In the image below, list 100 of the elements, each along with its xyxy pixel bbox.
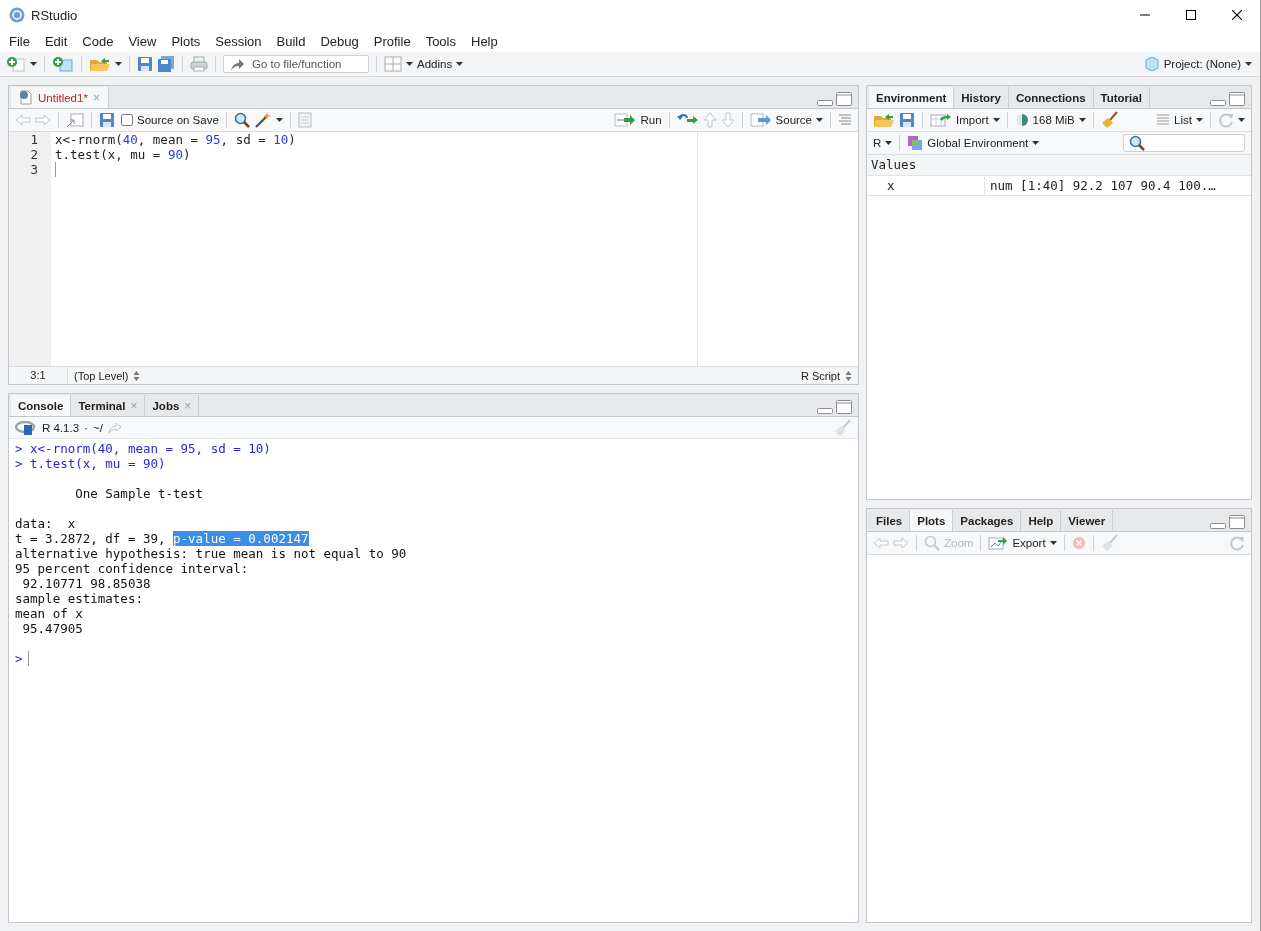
zoom-icon [924,535,940,551]
variable-value: num [1:40] 92.2 107 90.4 100.… [989,178,1216,193]
menu-item[interactable]: Build [268,33,313,49]
pane-tab[interactable]: Environment [869,87,955,108]
new-project-icon[interactable] [52,56,74,72]
caret-icon[interactable] [30,62,37,66]
checkbox-label[interactable]: Source on Save [137,114,219,126]
caret-icon [1078,118,1086,122]
caret-icon [992,118,1000,122]
caret-icon[interactable] [406,62,413,66]
menu-item[interactable]: Session [207,33,269,49]
code-line: t.test(x, mu = 90) [55,147,191,162]
pane-minimize-icon[interactable] [817,98,833,106]
caret-icon [885,141,893,145]
rerun-icon[interactable] [676,113,699,127]
memory-usage-menu[interactable]: 168 MiB [1014,113,1086,127]
r-version: R 4.1.3 [42,421,80,434]
caret-icon [1245,62,1252,66]
pane-maximize-icon[interactable] [836,400,852,414]
import-icon [930,113,952,127]
menu-item[interactable]: Edit [36,33,75,49]
console-line: alternative hypothesis: true mean is not equal to 90 [15,546,407,561]
working-directory: ~/ [92,421,103,434]
menu-item[interactable]: File [1,33,37,49]
list-icon [1156,114,1171,126]
line-number: 2 [29,147,39,162]
scope-menu[interactable]: (Top Level) [68,369,147,382]
pane-tab[interactable]: Untitled1* × [11,87,109,108]
export-icon [988,536,1009,550]
caret-icon[interactable] [275,118,283,122]
pane-minimize-icon[interactable] [1210,521,1226,529]
caret-icon[interactable] [115,62,122,66]
line-number: 3 [29,162,39,177]
search-icon[interactable] [233,112,250,128]
menu-item[interactable]: Help [463,33,505,49]
project-icon [1143,56,1160,72]
menu-item[interactable]: Debug [312,33,366,49]
save-icon[interactable] [899,112,915,128]
caret-icon [1032,141,1040,145]
caret-icon[interactable] [1238,118,1245,122]
file-type-menu[interactable]: R Script [794,369,858,382]
new-window-icon[interactable] [66,112,84,128]
folder-icon[interactable] [873,112,895,128]
environment-menu[interactable]: Global Environment [907,135,1040,151]
run-icon [614,113,637,127]
save-icon[interactable] [137,56,153,72]
pane-tab[interactable]: Console [11,395,72,416]
caret-icon [1196,118,1203,122]
close-icon[interactable] [1232,10,1242,20]
section-header: Values [867,155,1251,176]
caret-icon[interactable] [816,118,823,122]
console-prompt: > [15,651,23,666]
project-menu[interactable]: Project: (None) [1143,56,1252,72]
console-line: mean of x [15,606,83,621]
pane-tab[interactable]: Plots [910,510,954,531]
menu-item[interactable]: Tools [417,33,463,49]
export-button[interactable]: Export [988,536,1057,550]
updown-icon [845,370,852,381]
console-line: sample estimates: [15,591,143,606]
pane-maximize-icon[interactable] [836,92,852,106]
menu-item[interactable]: Plots [163,33,208,49]
separator-dot: · [84,421,88,434]
checkbox[interactable] [121,114,133,126]
search-field[interactable]: Go to file/function [223,55,369,73]
language-menu[interactable]: R [873,137,893,149]
import-dataset-menu[interactable]: Import [930,113,1000,127]
pane-maximize-icon[interactable] [1229,92,1245,106]
pane-minimize-icon[interactable] [1210,98,1226,106]
r-document-icon [19,90,33,105]
pane-maximize-icon[interactable] [1229,515,1245,529]
outline-icon[interactable] [838,114,852,126]
line-number: 1 [29,132,39,147]
delete-icon[interactable] [1071,536,1086,550]
console-line: 95 percent confidence interval: [15,561,249,576]
run-button[interactable]: Run [614,113,662,127]
addins-menu[interactable]: Addins [417,58,464,70]
window-maximize-icon[interactable] [1186,10,1196,20]
console-line: One Sample t-test [74,486,204,501]
printer-icon[interactable] [190,56,208,72]
console-line: 95.47905 [21,621,83,636]
save-icon[interactable] [99,112,115,128]
goto-arrow-icon [229,58,245,72]
caret-icon [1049,541,1057,545]
pane-minimize-icon[interactable] [817,406,833,414]
r-logo-icon [9,7,25,23]
save-all-icon[interactable] [157,56,175,72]
caret-icon [456,62,464,66]
magic-wand-icon[interactable] [253,112,272,128]
search-field[interactable] [1123,134,1245,152]
source-icon [749,113,772,127]
source-button[interactable]: Source [749,113,812,127]
console-line: t = 3.2872, df = 39, p-value = 0.002147 [15,531,309,546]
environment-icon [907,135,924,151]
menu-item[interactable]: View [120,33,164,49]
cursor-position: 3:1 [9,367,68,384]
text-cursor [27,651,29,666]
broom-icon[interactable] [1100,111,1119,129]
view-mode-menu[interactable]: List [1156,114,1203,126]
menu-item[interactable]: Profile [365,33,418,49]
menu-item[interactable]: Code [74,33,121,49]
